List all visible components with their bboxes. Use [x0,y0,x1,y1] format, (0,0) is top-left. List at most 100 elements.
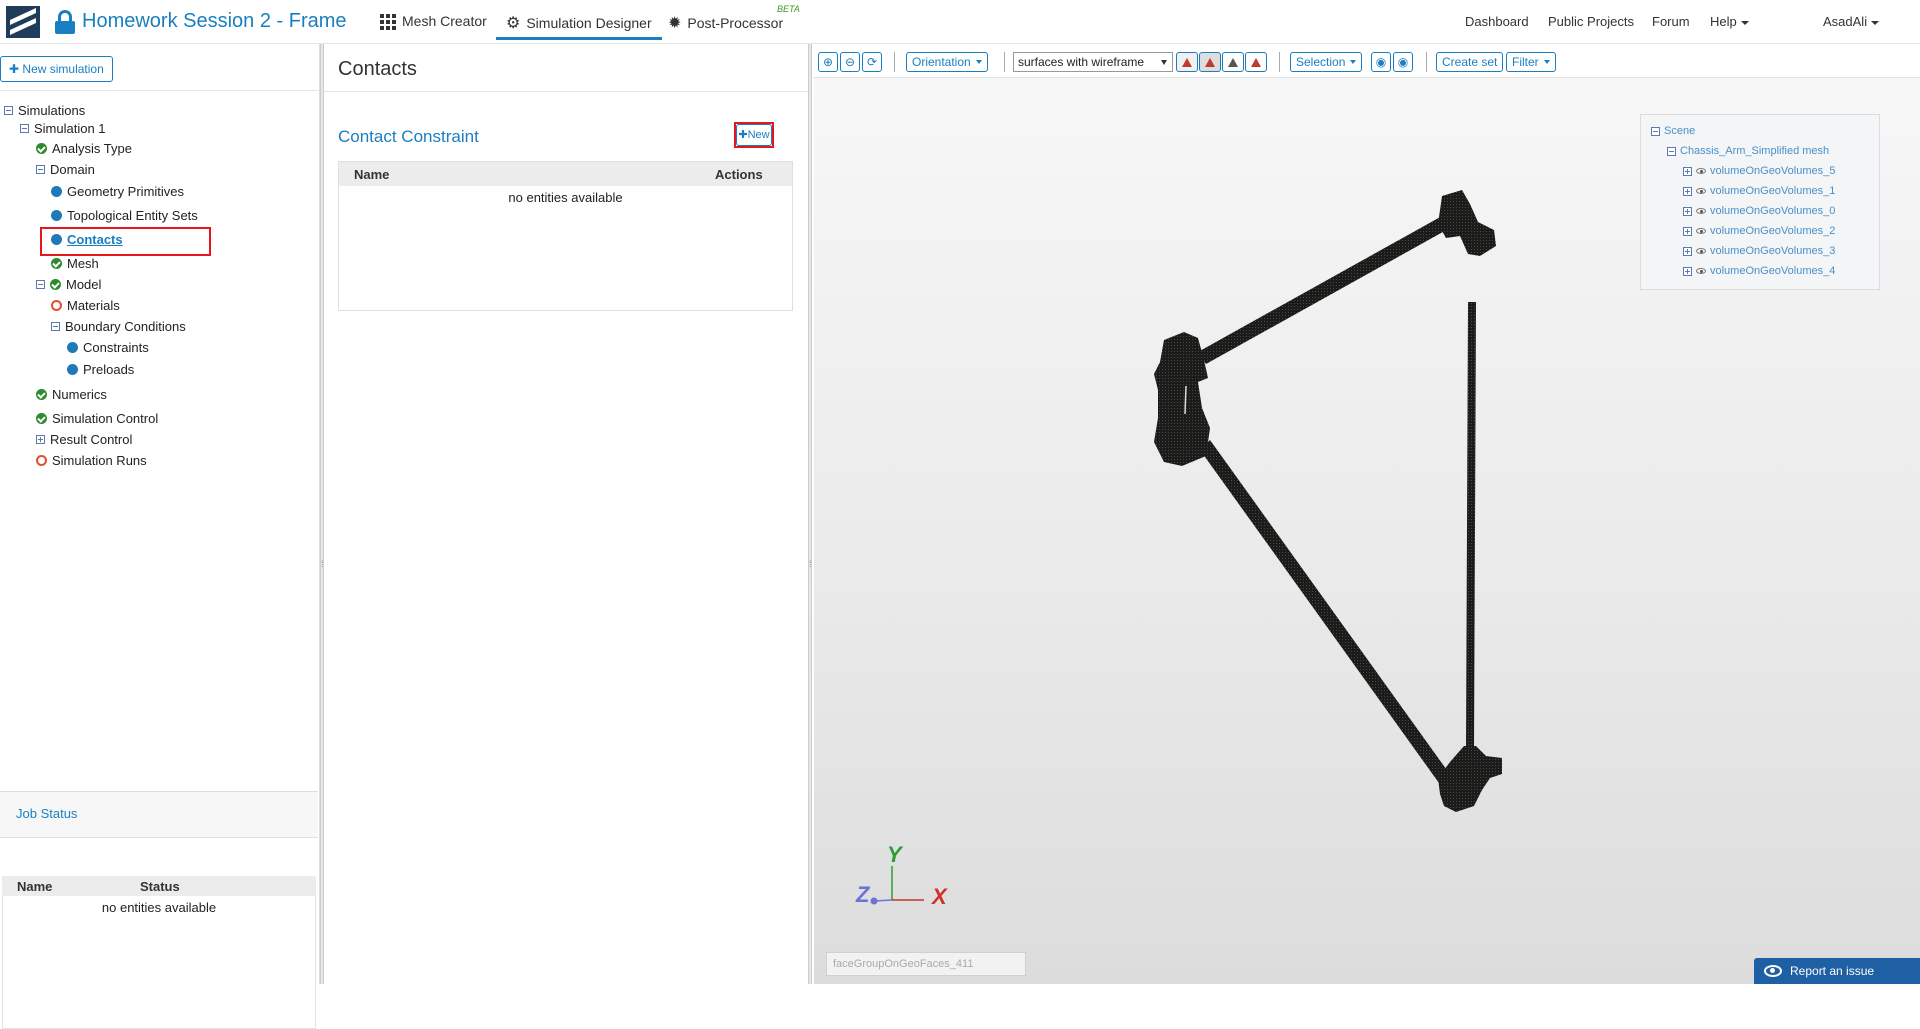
top-joint [1438,190,1496,256]
simscale-logo[interactable] [6,6,40,38]
tree-domain[interactable]: Domain [36,162,95,177]
tree-label: Boundary Conditions [65,319,186,334]
new-simulation-button[interactable]: ✚ New simulation [0,56,113,82]
expand-icon[interactable] [1683,266,1692,276]
tree-simulation-1[interactable]: Simulation 1 [20,121,106,136]
expand-icon[interactable] [1683,186,1692,196]
plus-icon: ✚ [738,129,748,141]
scene-label: Chassis_Arm_Simplified mesh [1680,145,1830,157]
edges-button[interactable] [1245,52,1267,72]
nav-help[interactable]: Help [1710,14,1749,29]
zoom-in-button[interactable]: ⊕ [818,52,838,72]
scene-volume[interactable]: volumeOnGeoVolumes_3 [1683,245,1835,257]
scene-root[interactable]: Scene [1651,125,1695,137]
render-mode-select[interactable]: surfaces with wireframe [1013,52,1173,72]
expand-icon[interactable] [36,435,45,444]
tree-mesh[interactable]: Mesh [51,256,99,271]
tree-geometry-primitives[interactable]: Geometry Primitives [51,184,184,199]
zoom-out-button[interactable]: ⊖ [840,52,860,72]
lower-arm-bar [1200,440,1454,790]
tab-mesh-creator[interactable]: Mesh Creator [380,13,487,30]
collapse-icon[interactable] [36,280,45,289]
new-contact-button[interactable]: ✚New [736,124,772,146]
tab-label: Simulation Designer [526,15,652,31]
tree-model[interactable]: Model [36,277,101,292]
chevron-down-icon [1543,60,1550,64]
collapse-icon[interactable] [20,124,29,133]
scene-volume[interactable]: volumeOnGeoVolumes_1 [1683,185,1835,197]
tab-simulation-designer[interactable]: ⚙ Simulation Designer [496,13,662,40]
scene-volume[interactable]: volumeOnGeoVolumes_4 [1683,265,1835,277]
expand-icon[interactable] [1683,206,1692,216]
expand-icon[interactable] [1683,226,1692,236]
selection-dropdown[interactable]: Selection [1290,52,1363,72]
scene-label: volumeOnGeoVolumes_3 [1710,245,1836,257]
eye-icon: ◉ [1397,55,1409,69]
expand-icon[interactable] [1683,246,1692,256]
collapse-icon[interactable] [51,322,60,331]
tree-constraints[interactable]: Constraints [67,340,149,355]
collapse-icon[interactable] [1667,146,1676,156]
eye-icon[interactable] [1696,168,1706,174]
reset-view-button[interactable]: ⟳ [862,52,882,72]
tree-simulation-runs[interactable]: Simulation Runs [36,453,147,468]
zoom-in-icon: ⊕ [822,55,834,69]
wireframe-button[interactable] [1222,52,1244,72]
scene-volume[interactable]: volumeOnGeoVolumes_5 [1683,165,1835,177]
edge-triangle-icon [1251,57,1261,67]
nav-dashboard[interactable]: Dashboard [1465,14,1529,29]
hide-button[interactable]: ◉ [1371,52,1391,72]
dropdown-label: Filter [1512,55,1539,69]
face-group-input[interactable]: faceGroupOnGeoFaces_411 [826,952,1026,976]
refresh-icon: ⟳ [866,55,878,69]
create-set-button[interactable]: Create set [1436,52,1504,72]
wireframe-solid-button[interactable] [1199,52,1221,72]
tree-numerics[interactable]: Numerics [36,387,107,402]
chevron-down-icon [975,60,982,64]
nav-forum[interactable]: Forum [1652,14,1690,29]
user-menu[interactable]: AsadAli [1823,14,1880,29]
job-status-panel: Job Status Name Status no entities avail… [0,791,318,1029]
toolbar-divider [1279,52,1280,72]
tree-analysis-type[interactable]: Analysis Type [36,141,132,156]
divider [324,91,808,92]
tree-label[interactable]: Contacts [67,232,123,247]
expand-icon[interactable] [1683,166,1692,176]
tree-simulations[interactable]: Simulations [4,103,85,118]
eye-icon[interactable] [1696,248,1706,254]
scene-volume[interactable]: volumeOnGeoVolumes_2 [1683,225,1835,237]
scene-mesh[interactable]: Chassis_Arm_Simplified mesh [1667,145,1829,157]
3d-viewer[interactable]: ⊕ ⊖ ⟳ Orientation surfaces with wirefram… [814,44,1920,984]
tree-result-control[interactable]: Result Control [36,432,132,447]
solid-render-button[interactable] [1176,52,1198,72]
show-button[interactable]: ◉ [1393,52,1413,72]
eye-icon[interactable] [1696,228,1706,234]
report-issue-button[interactable]: Report an issue [1754,958,1920,984]
eye-icon[interactable] [1696,208,1706,214]
panel-splitter[interactable]: ⁞ [808,44,812,984]
tree-contacts[interactable]: Contacts [51,232,123,247]
scene-label: volumeOnGeoVolumes_2 [1710,225,1836,237]
status-dot-icon [51,234,62,245]
tree-simulation-control[interactable]: Simulation Control [36,411,158,426]
job-status-empty: no entities available [101,900,217,915]
tree-materials[interactable]: Materials [51,298,120,313]
filter-dropdown[interactable]: Filter [1506,52,1556,72]
orientation-dropdown[interactable]: Orientation [906,52,988,72]
tree-preloads[interactable]: Preloads [67,362,134,377]
toolbar-divider [1004,52,1005,72]
splitter-handle-icon[interactable]: ⁞ [809,559,812,569]
collapse-icon[interactable] [36,165,45,174]
vertical-arm-bar [1466,302,1476,752]
collapse-icon[interactable] [1651,126,1660,136]
check-icon [36,143,47,154]
button-label: New simulation [22,62,104,76]
tree-boundary-conditions[interactable]: Boundary Conditions [51,319,186,334]
eye-icon[interactable] [1696,268,1706,274]
scene-volume[interactable]: volumeOnGeoVolumes_0 [1683,205,1835,217]
nav-public-projects[interactable]: Public Projects [1548,14,1634,29]
tree-topological-entity-sets[interactable]: Topological Entity Sets [51,208,198,223]
collapse-icon[interactable] [4,106,13,115]
tab-post-processor[interactable]: ✹ Post-Processor [668,13,783,33]
eye-icon[interactable] [1696,188,1706,194]
